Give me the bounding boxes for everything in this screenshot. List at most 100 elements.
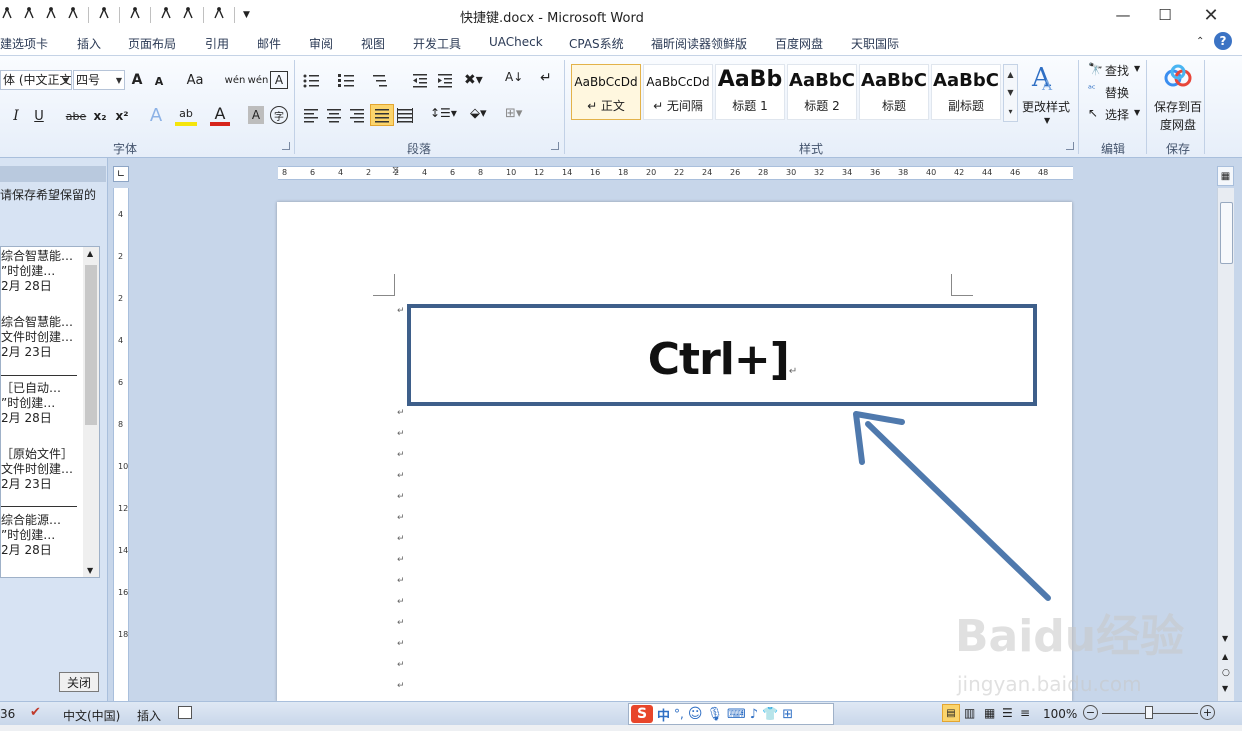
- style-heading-1[interactable]: AaBb 标题 1: [715, 64, 785, 120]
- italic-button[interactable]: I: [8, 106, 24, 126]
- customize-qat-icon[interactable]: ▼: [243, 10, 250, 20]
- chevron-down-icon[interactable]: ▼: [61, 71, 71, 89]
- save-to-netdisk-line1[interactable]: 保存到百: [1154, 98, 1202, 115]
- ime-mode-cn[interactable]: 中: [657, 705, 670, 724]
- chevron-down-icon[interactable]: ▼: [1044, 116, 1050, 125]
- decrease-indent-icon[interactable]: [411, 72, 431, 90]
- subscript-button[interactable]: x₂: [91, 106, 109, 126]
- tab-tianzhi[interactable]: 天职国际: [851, 35, 899, 52]
- bullets-icon[interactable]: [302, 72, 328, 90]
- styles-dialog-launcher[interactable]: [1066, 142, 1074, 150]
- font-color-button[interactable]: A: [210, 104, 230, 126]
- tab-foxit[interactable]: 福昕阅读器领鲜版: [651, 35, 747, 52]
- keyboard-icon[interactable]: ⌨: [727, 707, 746, 722]
- maximize-button[interactable]: ☐: [1142, 0, 1188, 30]
- find-button[interactable]: 查找: [1105, 62, 1129, 79]
- tab-baidu-netdisk[interactable]: 百度网盘: [775, 35, 823, 52]
- zoom-slider-thumb[interactable]: [1145, 706, 1153, 719]
- baidu-netdisk-icon[interactable]: [1163, 64, 1193, 90]
- org-chart-icon[interactable]: [128, 6, 142, 24]
- paragraph-dialog-launcher[interactable]: [551, 142, 559, 150]
- multilevel-list-icon[interactable]: [372, 72, 398, 90]
- callout-box[interactable]: Ctrl+]↵: [407, 304, 1037, 406]
- grow-font-button[interactable]: A: [128, 70, 146, 90]
- save-to-netdisk-line2[interactable]: 度网盘: [1160, 116, 1196, 133]
- line-spacing-icon[interactable]: ↕☰▾: [430, 106, 457, 124]
- prev-page-icon[interactable]: ▲: [1222, 652, 1228, 661]
- highlight-button[interactable]: ab: [175, 104, 197, 126]
- web-layout-icon[interactable]: ▦: [984, 706, 995, 720]
- vertical-scrollbar[interactable]: ▼ ▲ ○ ▼: [1217, 188, 1234, 701]
- toolbox-icon[interactable]: ⊞: [782, 707, 793, 722]
- style-title[interactable]: AaBbC 标题: [859, 64, 929, 120]
- chevron-down-icon[interactable]: ▼: [87, 566, 93, 575]
- align-right-icon[interactable]: [348, 106, 368, 124]
- tab-custom[interactable]: 建选项卡: [0, 35, 48, 52]
- pinyin-guide-button[interactable]: wén: [248, 70, 269, 90]
- next-page-icon[interactable]: ▼: [1222, 684, 1228, 693]
- org-chart-icon[interactable]: [212, 6, 226, 24]
- print-layout-icon[interactable]: ▤: [942, 704, 960, 722]
- increase-indent-icon[interactable]: [436, 72, 456, 90]
- zoom-in-icon[interactable]: +: [1200, 705, 1215, 720]
- list-item[interactable]: ［原始文件］ 文件时创建… 2月 23日: [1, 447, 73, 492]
- browse-object-icon[interactable]: ○: [1222, 668, 1230, 678]
- tab-review[interactable]: 审阅: [309, 35, 333, 52]
- tab-references[interactable]: 引用: [205, 35, 229, 52]
- scroll-down-icon[interactable]: ▼: [1222, 634, 1228, 643]
- chevron-down-icon[interactable]: ▼: [114, 71, 124, 89]
- org-chart-icon[interactable]: [97, 6, 111, 24]
- text-effects-button[interactable]: A: [145, 104, 167, 126]
- zoom-level[interactable]: 100%: [1043, 707, 1077, 721]
- scrollbar-thumb[interactable]: [1220, 202, 1233, 264]
- minimize-button[interactable]: —: [1100, 0, 1146, 30]
- outline-icon[interactable]: ☰: [1002, 706, 1013, 720]
- chinese-layout-icon[interactable]: ✖▾: [464, 72, 492, 90]
- skin-icon[interactable]: 👕: [762, 707, 778, 722]
- emoji-icon[interactable]: ☺: [688, 706, 703, 722]
- justify-icon[interactable]: [370, 104, 394, 126]
- align-left-icon[interactable]: [302, 106, 322, 124]
- borders-icon[interactable]: ⊞▾: [505, 106, 531, 124]
- close-button[interactable]: ✕: [1188, 0, 1234, 30]
- microphone-icon[interactable]: 🎙: [706, 707, 723, 722]
- underline-button[interactable]: U: [30, 106, 48, 126]
- list-item[interactable]: 综合能源… ”时创建… 2月 28日: [1, 513, 61, 558]
- chevron-down-icon[interactable]: ▼: [1134, 64, 1140, 73]
- insert-mode[interactable]: 插入: [137, 707, 161, 724]
- change-styles-icon[interactable]: AA: [1030, 62, 1060, 94]
- org-chart-icon[interactable]: [44, 6, 58, 24]
- org-chart-icon[interactable]: [0, 6, 14, 24]
- tab-uacheck[interactable]: UACheck: [489, 35, 543, 49]
- tab-cpas[interactable]: CPAS系统: [569, 35, 624, 52]
- style-heading-2[interactable]: AaBbC 标题 2: [787, 64, 857, 120]
- tab-developer[interactable]: 开发工具: [413, 35, 461, 52]
- strikethrough-button[interactable]: abe: [64, 106, 88, 126]
- superscript-button[interactable]: x²: [113, 106, 131, 126]
- select-button[interactable]: 选择: [1105, 106, 1129, 123]
- distributed-icon[interactable]: [396, 106, 416, 124]
- change-styles-label[interactable]: 更改样式: [1022, 98, 1070, 115]
- style-no-spacing[interactable]: AaBbCcDd ↵ 无间隔: [643, 64, 713, 120]
- tab-stop-selector[interactable]: ∟: [113, 166, 129, 182]
- indent-marker-icon[interactable]: ⧖: [392, 165, 399, 176]
- tab-page-layout[interactable]: 页面布局: [128, 35, 176, 52]
- draft-icon[interactable]: ≡: [1020, 706, 1030, 720]
- numbering-icon[interactable]: [337, 72, 363, 90]
- org-chart-icon[interactable]: [159, 6, 173, 24]
- style-subtitle[interactable]: AaBbC 副标题: [931, 64, 1001, 120]
- char-shading-button[interactable]: A: [248, 106, 264, 124]
- chevron-down-icon[interactable]: ▼: [1134, 108, 1140, 117]
- org-chart-icon[interactable]: [66, 6, 80, 24]
- ime-punct[interactable]: °,: [674, 707, 684, 721]
- tab-insert[interactable]: 插入: [77, 35, 101, 52]
- org-chart-icon[interactable]: [22, 6, 36, 24]
- change-case-button[interactable]: Aa: [182, 70, 208, 90]
- styles-gallery-scroll[interactable]: ▲ ▼ ▾: [1003, 64, 1018, 122]
- sogou-logo-icon[interactable]: S: [631, 705, 653, 723]
- list-scrollbar[interactable]: ▲ ▼: [83, 247, 99, 577]
- view-ruler-toggle[interactable]: ▦: [1217, 166, 1234, 186]
- replace-button[interactable]: 替换: [1105, 84, 1129, 101]
- page-indicator[interactable]: 36: [0, 707, 15, 721]
- shading-icon[interactable]: ⬙▾: [470, 106, 496, 124]
